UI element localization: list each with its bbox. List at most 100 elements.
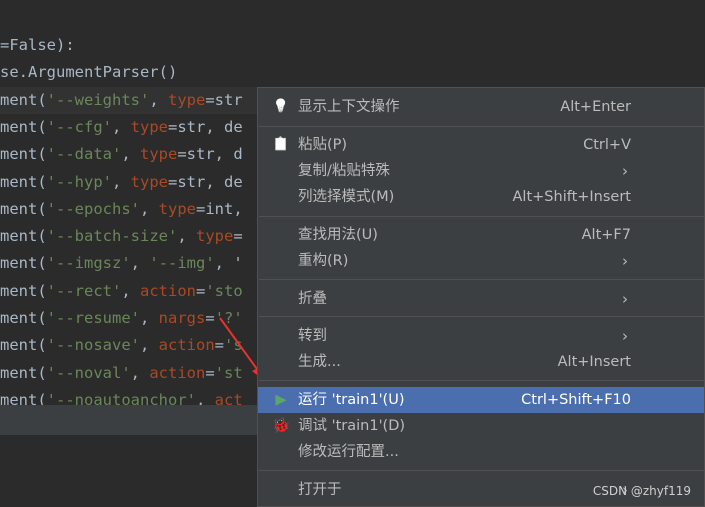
code-token: =int, bbox=[196, 199, 243, 218]
menu-separator bbox=[259, 316, 705, 317]
code-token: 's bbox=[224, 336, 243, 355]
code-token: , bbox=[130, 254, 150, 273]
menu-separator bbox=[259, 380, 705, 381]
code-token: '--noval' bbox=[46, 363, 131, 382]
code-token: , bbox=[140, 336, 159, 355]
code-token: type bbox=[140, 145, 178, 164]
code-token: action bbox=[149, 363, 206, 382]
code-token: '--nosave' bbox=[46, 336, 140, 355]
code-token: '--hyp' bbox=[46, 172, 112, 191]
debug-icon: 🐞 bbox=[272, 418, 291, 434]
code-token: =False): bbox=[0, 36, 75, 54]
context-menu: 💡 显示上下文操作 Alt+Enter 📋 粘贴(P) Ctrl+V 复制/粘贴特殊 › 列选择… bbox=[257, 87, 705, 507]
code-token: type bbox=[158, 199, 196, 218]
code-line[interactable]: ment('--cfg', type=str, de bbox=[0, 114, 243, 141]
menu-item-shortcut: Ctrl+V bbox=[583, 137, 631, 153]
chevron-right-icon: › bbox=[622, 290, 628, 308]
code-token: = bbox=[214, 336, 225, 355]
chevron-right-icon: › bbox=[622, 327, 628, 345]
code-token: '--rect' bbox=[46, 281, 122, 300]
menu-item-label: 重构(R) bbox=[298, 253, 349, 269]
code-token: , bbox=[121, 145, 140, 164]
menu-item-shortcut: Alt+Enter bbox=[560, 99, 631, 115]
menu-item-label: 查找用法(U) bbox=[298, 227, 378, 243]
menu-item[interactable]: ▶ 运行 'train1'(U) Ctrl+Shift+F10 bbox=[258, 387, 704, 413]
code-token: ment( bbox=[0, 117, 47, 136]
menu-item[interactable]: 💡 显示上下文操作 Alt+Enter bbox=[258, 94, 704, 120]
code-token: nargs bbox=[158, 309, 206, 327]
code-token: '--imgsz' bbox=[46, 254, 131, 273]
code-token: =str bbox=[205, 90, 243, 109]
menu-item[interactable]: 重构(R) › bbox=[258, 248, 704, 274]
menu-item-label: 生成... bbox=[298, 354, 341, 370]
menu-item[interactable]: 转到 › bbox=[258, 323, 704, 349]
code-token: , bbox=[130, 363, 150, 382]
code-token: ment( bbox=[0, 309, 47, 327]
code-token: type bbox=[168, 90, 206, 109]
paste-icon: 📋 bbox=[272, 137, 290, 152]
code-token: '--data' bbox=[46, 145, 122, 164]
menu-item-label: 运行 'train1'(U) bbox=[298, 392, 405, 408]
menu-item-label: 列选择模式(M) bbox=[298, 189, 395, 205]
menu-item-label: 复制/粘贴特殊 bbox=[298, 163, 390, 179]
code-line[interactable]: se.ArgumentParser() bbox=[0, 59, 177, 86]
menu-item[interactable]: 查找用法(U) Alt+F7 bbox=[258, 222, 704, 248]
code-token: type bbox=[130, 117, 168, 136]
run-icon: ▶ bbox=[275, 392, 287, 408]
code-token: '--epochs' bbox=[46, 199, 140, 218]
menu-separator bbox=[259, 279, 705, 280]
code-token: , bbox=[112, 117, 131, 136]
code-token: ment( bbox=[0, 254, 47, 273]
menu-item[interactable]: 📋 粘贴(P) Ctrl+V bbox=[258, 132, 704, 158]
menu-item[interactable]: 折叠 › bbox=[258, 286, 704, 312]
chevron-right-icon: › bbox=[622, 162, 628, 180]
menu-separator bbox=[259, 216, 705, 217]
chevron-right-icon: › bbox=[622, 252, 628, 270]
code-token: =str, d bbox=[177, 145, 243, 164]
code-token: ment( bbox=[0, 363, 47, 382]
code-token: , bbox=[177, 227, 196, 246]
code-token: action bbox=[158, 336, 215, 355]
menu-separator bbox=[259, 126, 705, 127]
menu-item-shortcut: Alt+Shift+Insert bbox=[512, 189, 631, 205]
code-token: ment( bbox=[0, 172, 47, 191]
code-token: '--cfg' bbox=[46, 117, 112, 136]
code-token: ment( bbox=[0, 90, 47, 109]
code-token: '?' bbox=[214, 309, 243, 327]
code-token: , bbox=[140, 309, 159, 327]
code-token: , bbox=[149, 90, 168, 109]
code-token: ment( bbox=[0, 336, 47, 355]
code-token: = bbox=[205, 363, 215, 382]
code-token: , ' bbox=[214, 254, 243, 273]
menu-item-label: 粘贴(P) bbox=[298, 137, 348, 153]
code-token: , bbox=[121, 281, 140, 300]
code-token: '--img' bbox=[149, 254, 215, 273]
menu-item-shortcut: Alt+F7 bbox=[581, 227, 631, 243]
menu-item[interactable]: 生成... Alt+Insert bbox=[258, 349, 704, 375]
code-token: type bbox=[196, 227, 234, 246]
menu-item-label: 打开于 bbox=[298, 482, 342, 498]
code-token: se.ArgumentParser() bbox=[0, 63, 178, 82]
code-token: = bbox=[205, 309, 215, 327]
code-token: ment( bbox=[0, 227, 47, 246]
menu-item[interactable]: 列选择模式(M) Alt+Shift+Insert bbox=[258, 184, 704, 210]
code-token: ment( bbox=[0, 281, 47, 300]
watermark: CSDN @zhyf119 bbox=[592, 484, 691, 498]
code-token: , bbox=[112, 172, 131, 191]
code-line[interactable]: =False): bbox=[0, 32, 75, 59]
code-token: action bbox=[140, 281, 196, 300]
code-token: ment( bbox=[0, 145, 47, 164]
code-token: '--batch-size' bbox=[46, 227, 178, 246]
menu-item[interactable]: 🐞 调试 'train1'(D) bbox=[258, 413, 704, 439]
code-token: =str, de bbox=[168, 172, 243, 191]
menu-item[interactable]: 修改运行配置... bbox=[258, 439, 704, 465]
menu-item-label: 调试 'train1'(D) bbox=[298, 418, 406, 434]
code-token: , bbox=[140, 199, 159, 218]
menu-item[interactable]: 复制/粘贴特殊 › bbox=[258, 158, 704, 184]
code-token: type bbox=[130, 172, 168, 191]
code-line[interactable]: ment('--rect', action='sto bbox=[0, 278, 243, 305]
lightbulb-icon: 💡 bbox=[272, 99, 290, 114]
menu-item-label: 显示上下文操作 bbox=[298, 99, 400, 115]
menu-item-shortcut: Ctrl+Shift+F10 bbox=[521, 392, 631, 408]
menu-item-label: 折叠 bbox=[298, 291, 327, 307]
